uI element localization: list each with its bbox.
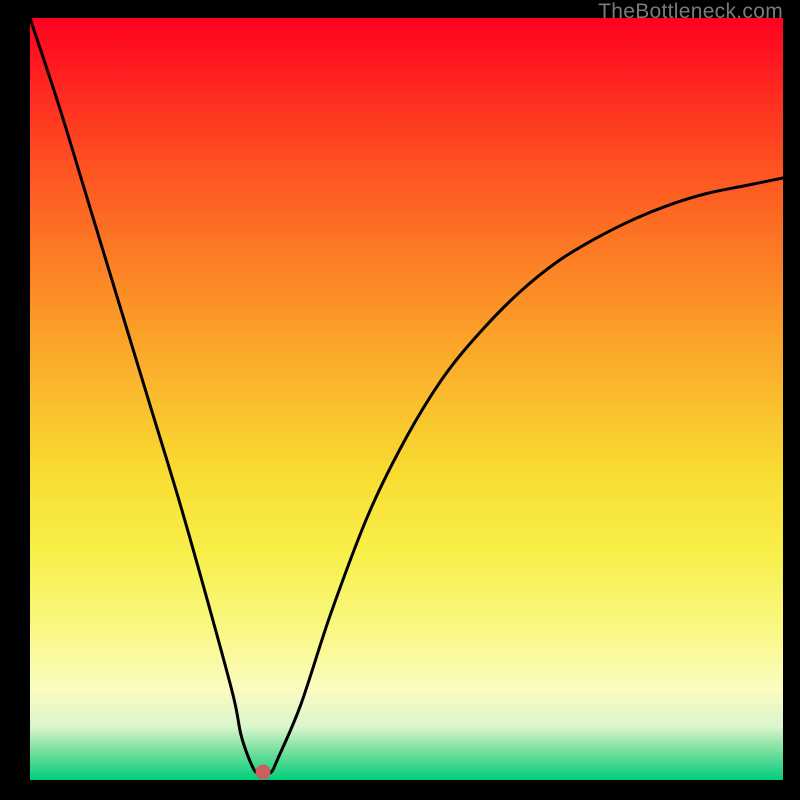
plot-area: [30, 18, 783, 780]
chart-root: TheBottleneck.com: [0, 0, 800, 800]
bottleneck-curve: [30, 18, 783, 780]
optimal-point-marker: [256, 765, 271, 780]
